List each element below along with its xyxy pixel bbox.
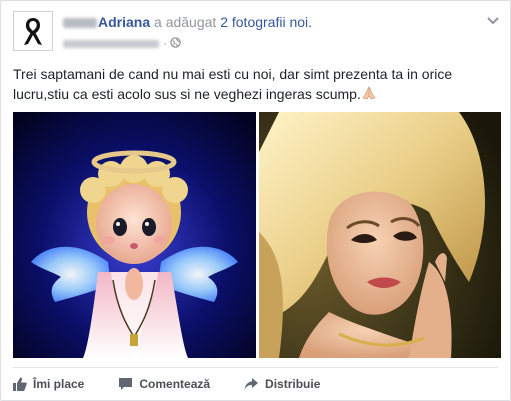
share-label: Distribuie (265, 377, 321, 391)
photos-link[interactable]: 2 fotografii noi. (220, 14, 312, 30)
blurred-timestamp[interactable] (63, 39, 159, 48)
post-text: Trei saptamani de cand nu mai esti cu no… (13, 66, 453, 102)
globe-icon[interactable] (170, 37, 181, 51)
post-action-text: a adăugat (154, 14, 217, 30)
avatar[interactable] (13, 11, 53, 51)
comment-icon (119, 378, 133, 390)
post-message: Trei saptamani de cand nu mai esti cu no… (13, 64, 493, 106)
mourning-ribbon-icon (24, 18, 42, 45)
comment-button[interactable]: Comentează (118, 377, 210, 391)
post-header: Adriana a adăugat 2 fotografii noi. (63, 14, 312, 30)
actions-divider (13, 367, 498, 368)
blurred-name (63, 18, 97, 29)
meta-separator: · (163, 36, 167, 50)
author-name-link[interactable]: Adriana (98, 14, 150, 30)
chevron-down-icon[interactable] (486, 13, 500, 25)
thumbs-up-icon (13, 377, 27, 391)
like-button[interactable]: Îmi place (13, 377, 84, 391)
share-button[interactable]: Distribuie (244, 377, 320, 391)
post-actions-bar: Îmi place Comentează Distribuie (13, 373, 497, 395)
angel-doll-image[interactable] (13, 112, 256, 358)
post-meta: · (63, 36, 181, 51)
like-label: Îmi place (33, 377, 85, 391)
praying-hands-icon (361, 85, 377, 106)
woman-portrait-image[interactable] (259, 112, 501, 358)
comment-label: Comentează (139, 377, 211, 391)
post-card: Adriana a adăugat 2 fotografii noi. · Tr… (0, 0, 511, 401)
share-arrow-icon (244, 378, 259, 390)
